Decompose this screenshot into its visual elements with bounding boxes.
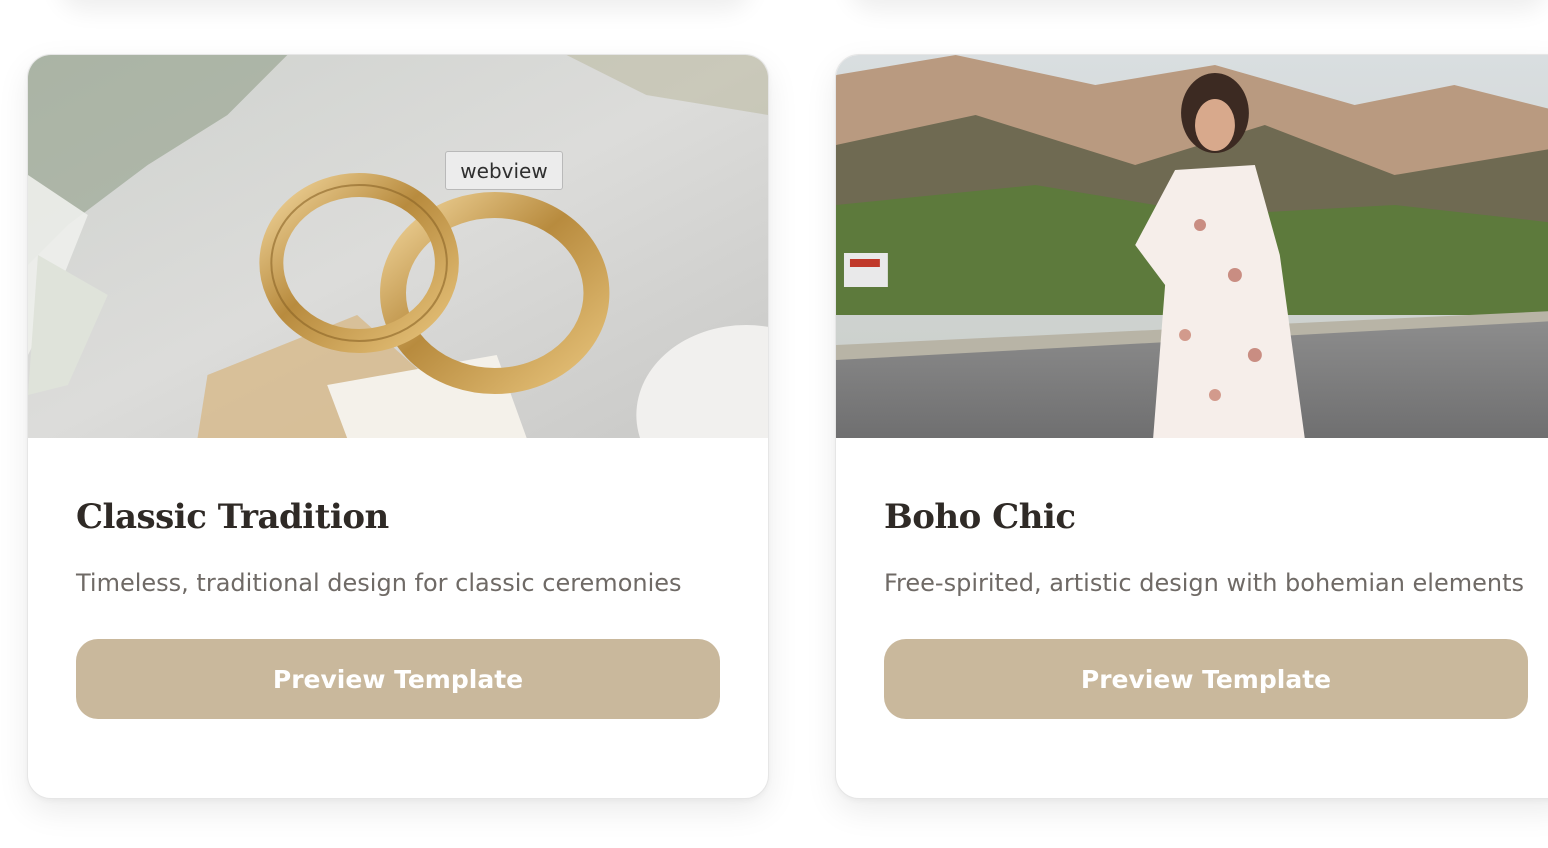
preview-template-button[interactable]: Preview Template	[884, 639, 1528, 719]
template-image-boho	[836, 55, 1548, 438]
template-title: Classic Tradition	[76, 497, 389, 537]
template-description: Free-spirited, artistic design with bohe…	[884, 569, 1525, 597]
webview-tag: webview	[445, 151, 563, 190]
template-card-boho-chic: Boho Chic Free-spirited, artistic design…	[835, 54, 1548, 799]
template-gallery: Classic Tradition Timeless, traditional …	[0, 0, 1548, 848]
template-description: Timeless, traditional design for classic…	[76, 569, 682, 597]
template-image-rings	[28, 55, 768, 438]
template-card-body: Classic Tradition Timeless, traditional …	[76, 493, 720, 719]
template-title: Boho Chic	[884, 497, 1076, 537]
preview-template-button[interactable]: Preview Template	[76, 639, 720, 719]
template-card-classic-tradition: Classic Tradition Timeless, traditional …	[27, 54, 769, 799]
template-card-body: Boho Chic Free-spirited, artistic design…	[884, 493, 1528, 719]
